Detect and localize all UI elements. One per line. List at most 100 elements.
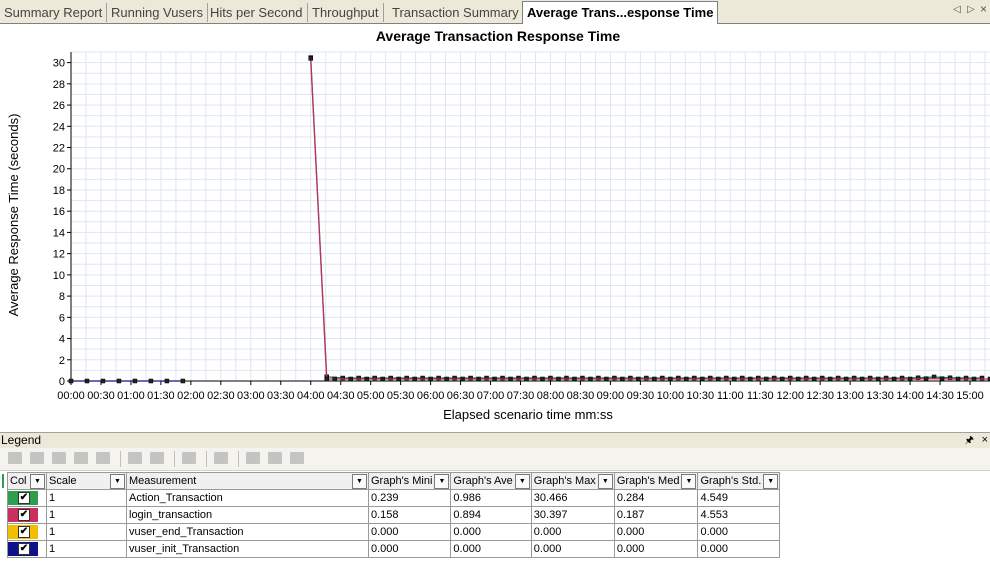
col-header-avg[interactable]: Graph's Ave ▼ bbox=[450, 472, 532, 490]
series-visibility-checkbox[interactable]: ✔ bbox=[18, 526, 30, 538]
col-header-color[interactable]: Col ▼ bbox=[7, 472, 47, 490]
x-tick-label: 11:00 bbox=[717, 390, 744, 402]
series-visibility-checkbox[interactable]: ✔ bbox=[18, 543, 30, 555]
legend-measurement-cell: login_transaction bbox=[126, 506, 369, 524]
print-icon[interactable] bbox=[182, 452, 196, 464]
tab-running-vusers[interactable]: Running Vusers bbox=[107, 3, 209, 22]
details-icon[interactable] bbox=[290, 452, 304, 464]
legend-median-cell: 0.187 bbox=[613, 506, 699, 524]
data-point-marker bbox=[508, 376, 513, 382]
y-tick-label: 12 bbox=[53, 249, 65, 261]
y-tick-label: 16 bbox=[53, 206, 65, 218]
legend-min-cell: 0.000 bbox=[367, 540, 452, 558]
data-point-marker bbox=[732, 376, 737, 382]
data-point-marker bbox=[460, 376, 465, 382]
data-point-marker bbox=[700, 376, 705, 382]
chevron-down-icon[interactable]: ▼ bbox=[110, 474, 125, 489]
col-header-max[interactable]: Graph's Max ▼ bbox=[530, 472, 615, 490]
col-header-measurement[interactable]: Measurement ▼ bbox=[126, 472, 369, 490]
data-point-marker bbox=[428, 376, 433, 382]
chevron-down-icon[interactable]: ▼ bbox=[514, 474, 530, 489]
y-tick-label: 18 bbox=[53, 185, 65, 197]
legend-row[interactable]: ✔ 1 login_transaction 0.158 0.894 30.397 0.187… bbox=[7, 506, 781, 524]
legend-color-cell[interactable]: ✔ bbox=[7, 540, 47, 558]
pin-icon[interactable]: 🖈 bbox=[965, 433, 974, 448]
x-tick-label: 05:30 bbox=[387, 390, 415, 402]
col-header-scale[interactable]: Scale ▼ bbox=[46, 472, 127, 490]
toolbar-separator bbox=[206, 451, 207, 467]
tab-throughput[interactable]: Throughput bbox=[308, 3, 384, 22]
tab-average-transaction-response-time[interactable]: Average Trans...esponse Time bbox=[522, 1, 719, 24]
col-header-min[interactable]: Graph's Mini ▼ bbox=[367, 472, 452, 490]
legend-std-cell: 0.000 bbox=[697, 523, 781, 541]
tab-hits-per-second[interactable]: Hits per Second bbox=[206, 3, 308, 22]
layout-icon[interactable] bbox=[128, 452, 142, 464]
chevron-down-icon[interactable]: ▼ bbox=[30, 474, 45, 489]
expand-icon[interactable] bbox=[246, 452, 260, 464]
export-icon[interactable] bbox=[150, 452, 164, 464]
show-all-icon[interactable] bbox=[8, 452, 22, 464]
legend-color-cell[interactable]: ✔ bbox=[7, 489, 47, 507]
series-visibility-checkbox[interactable]: ✔ bbox=[18, 509, 30, 521]
x-tick-label: 12:00 bbox=[776, 390, 804, 402]
data-point-marker bbox=[604, 376, 609, 382]
data-point-marker bbox=[132, 378, 138, 384]
col-header-median[interactable]: Graph's Med ▼ bbox=[613, 472, 699, 490]
chevron-down-icon[interactable]: ▼ bbox=[352, 474, 367, 489]
columns-icon[interactable] bbox=[214, 452, 228, 464]
data-point-marker bbox=[348, 376, 353, 382]
chevron-down-icon[interactable]: ▼ bbox=[434, 474, 450, 489]
data-point-marker bbox=[476, 376, 481, 382]
x-tick-label: 08:00 bbox=[537, 390, 565, 402]
legend-avg-cell: 0.986 bbox=[450, 489, 532, 507]
y-tick-label: 22 bbox=[53, 143, 65, 155]
toolbar-separator bbox=[174, 451, 175, 467]
legend-row[interactable]: ✔ 1 vuser_init_Transaction 0.000 0.000 0.000 0… bbox=[7, 540, 781, 558]
toolbar-separator bbox=[238, 451, 239, 467]
data-point-marker bbox=[324, 376, 329, 382]
chevron-down-icon[interactable]: ▼ bbox=[597, 474, 613, 489]
data-point-marker bbox=[332, 376, 337, 382]
configure-icon[interactable] bbox=[52, 452, 66, 464]
col-header-label: Graph's Ave bbox=[453, 475, 513, 487]
data-point-marker bbox=[636, 376, 641, 382]
data-point-marker bbox=[444, 376, 449, 382]
legend-row[interactable]: ✔ 1 Action_Transaction 0.239 0.986 30.466 0.28… bbox=[7, 489, 781, 507]
x-tick-label: 14:00 bbox=[896, 390, 924, 402]
x-tick-label: 11:30 bbox=[747, 390, 774, 402]
chevron-down-icon[interactable]: ▼ bbox=[681, 474, 697, 489]
link-icon[interactable] bbox=[74, 452, 88, 464]
tab-close-icon[interactable]: × bbox=[980, 2, 987, 16]
series-color-swatch: ✔ bbox=[8, 542, 38, 556]
legend-color-cell[interactable]: ✔ bbox=[7, 523, 47, 541]
series-visibility-checkbox[interactable]: ✔ bbox=[18, 492, 30, 504]
legend-table: Col ▼ Scale ▼ Measurement ▼ Graph's Mini ▼ G… bbox=[7, 472, 781, 558]
tab-bar: Summary Report Running Vusers Hits per S… bbox=[0, 0, 990, 24]
tab-next-icon[interactable]: ▷ bbox=[967, 4, 975, 15]
x-tick-label: 01:30 bbox=[147, 390, 175, 402]
filter-icon[interactable] bbox=[96, 452, 110, 464]
legend-close-icon[interactable]: × bbox=[982, 433, 988, 448]
data-point-marker bbox=[827, 376, 833, 382]
hide-all-icon[interactable] bbox=[30, 452, 44, 464]
legend-measurement-cell: Action_Transaction bbox=[126, 489, 369, 507]
chevron-down-icon[interactable]: ▼ bbox=[763, 474, 779, 489]
data-point-marker bbox=[763, 376, 769, 382]
data-point-marker bbox=[396, 376, 401, 382]
tab-summary-report[interactable]: Summary Report bbox=[0, 3, 108, 22]
legend-row[interactable]: ✔ 1 vuser_end_Transaction 0.000 0.000 0.000 0.… bbox=[7, 523, 781, 541]
collapse-icon[interactable] bbox=[268, 452, 282, 464]
data-point-marker bbox=[795, 376, 801, 382]
col-header-label: Graph's Mini bbox=[371, 475, 433, 487]
tab-prev-icon[interactable]: ◁ bbox=[953, 4, 961, 15]
x-tick-label: 02:30 bbox=[207, 390, 235, 402]
legend-color-cell[interactable]: ✔ bbox=[7, 506, 47, 524]
tab-transaction-summary[interactable]: Transaction Summary bbox=[388, 3, 524, 22]
x-tick-label: 10:00 bbox=[657, 390, 685, 402]
x-tick-label: 07:30 bbox=[507, 390, 535, 402]
y-tick-label: 2 bbox=[59, 355, 65, 367]
data-point-marker bbox=[148, 378, 154, 384]
col-header-std[interactable]: Graph's Std. ▼ bbox=[697, 472, 781, 490]
legend-max-cell: 30.466 bbox=[530, 489, 615, 507]
series-color-swatch: ✔ bbox=[8, 491, 38, 505]
